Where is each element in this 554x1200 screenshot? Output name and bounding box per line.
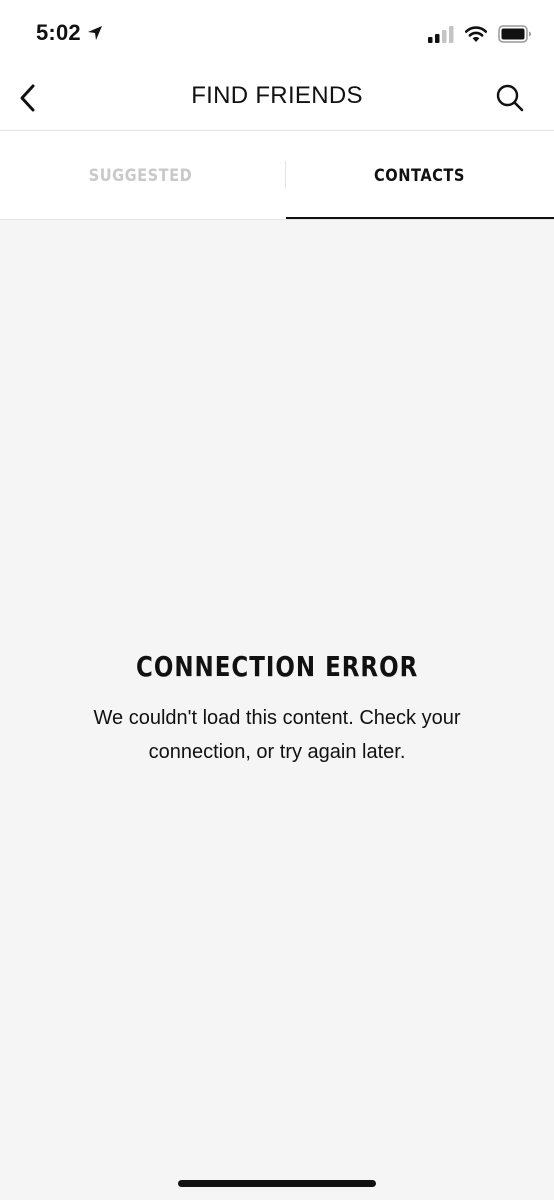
- tab-bar: SUGGESTED CONTACTS: [0, 131, 554, 220]
- tab-suggested[interactable]: SUGGESTED: [21, 131, 259, 220]
- tab-divider: [285, 161, 286, 189]
- error-message: We couldn't load this content. Check you…: [93, 707, 461, 763]
- error-title: CONNECTION ERROR: [135, 650, 419, 683]
- cellular-signal-icon: [428, 26, 454, 43]
- location-arrow-icon: [87, 26, 102, 40]
- status-bar: 5:02: [0, 0, 554, 68]
- home-indicator[interactable]: [178, 1180, 376, 1187]
- battery-icon: [498, 25, 531, 43]
- status-time: 5:02: [36, 20, 103, 46]
- nav-bar: FIND FRIENDS: [0, 68, 554, 131]
- screen: 5:02 FIND FRIENDS SUGGESTED CONTACTS CON…: [0, 0, 554, 1200]
- error-block: CONNECTION ERROR We couldn't load this c…: [0, 650, 554, 769]
- search-button[interactable]: [492, 80, 528, 116]
- search-icon: [496, 84, 524, 112]
- page-title: FIND FRIENDS: [191, 82, 363, 109]
- active-tab-indicator: [286, 217, 554, 219]
- status-icons: [428, 22, 532, 46]
- tab-contacts[interactable]: CONTACTS: [300, 131, 538, 220]
- wifi-icon: [464, 26, 488, 42]
- status-time-text: 5:02: [36, 20, 81, 45]
